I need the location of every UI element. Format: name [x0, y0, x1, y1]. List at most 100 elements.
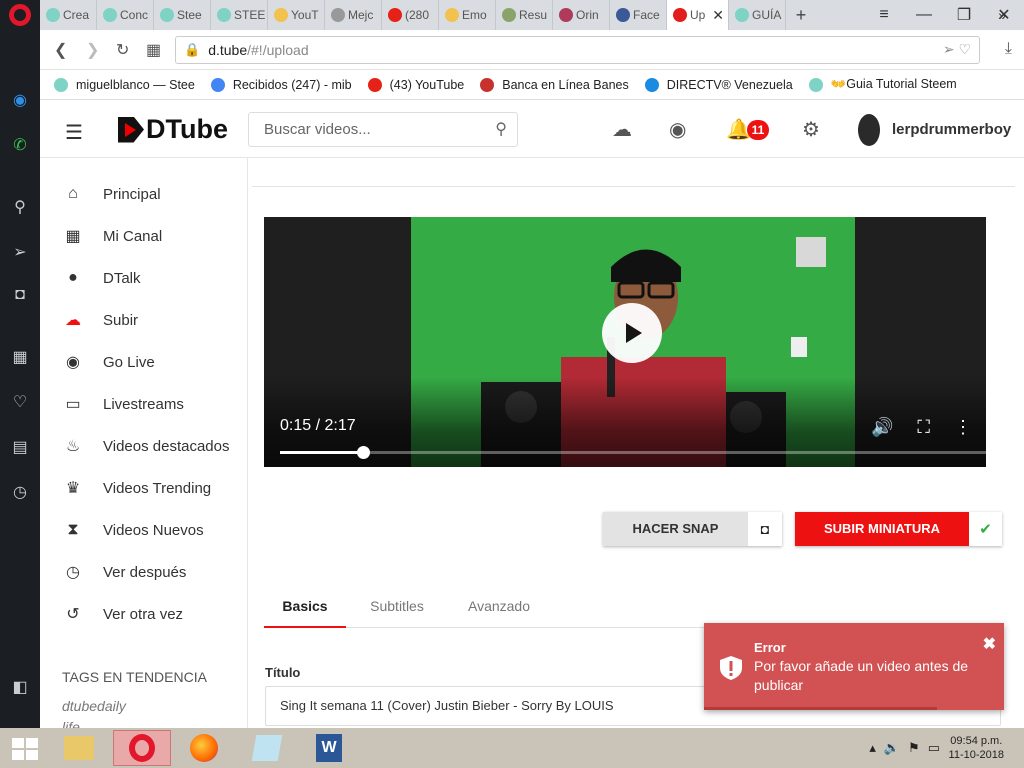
sidebar-item-ver-otra-vez[interactable]: ↺ Ver otra vez: [62, 593, 242, 635]
home-icon: ⌂: [68, 185, 78, 202]
forward-icon[interactable]: ❯: [86, 40, 99, 60]
video-player[interactable]: 0:15 / 2:17 🔊 ⛶ ⋮: [264, 217, 986, 467]
file-explorer-icon[interactable]: [50, 730, 108, 766]
sidebar-item-videos-destacados[interactable]: ♨ Videos destacados: [62, 425, 242, 467]
browser-tab[interactable]: YouT: [268, 0, 325, 30]
whatsapp-icon[interactable]: ✆: [0, 130, 40, 160]
username[interactable]: lerpdrummerboy: [892, 121, 1011, 138]
firefox-icon[interactable]: [175, 730, 233, 766]
browser-tab[interactable]: Up ✕: [667, 0, 729, 30]
opera-taskbar-icon[interactable]: [113, 730, 171, 766]
browser-tab[interactable]: Stee: [154, 0, 211, 30]
avatar[interactable]: [858, 114, 880, 146]
browser-tab[interactable]: Crea: [40, 0, 97, 30]
tab-subtitles[interactable]: Subtitles: [357, 588, 437, 628]
news-icon[interactable]: ▤: [0, 432, 40, 462]
search-icon[interactable]: ⚲: [0, 192, 40, 222]
system-tray: ▴ 🔉 ⚑ ▭: [869, 740, 940, 756]
word-icon[interactable]: W: [300, 730, 358, 766]
menu-icon[interactable]: ☰: [65, 120, 83, 145]
close-tab-icon[interactable]: ✕: [712, 7, 724, 24]
tab-favicon-icon: [331, 8, 345, 22]
bookmark-item[interactable]: DIRECTV® Venezuela: [644, 77, 793, 92]
browser-tab[interactable]: Mejc: [325, 0, 382, 30]
browser-tab[interactable]: Orin: [553, 0, 610, 30]
bookmarks-more-icon[interactable]: »: [998, 7, 1006, 23]
download-icon[interactable]: ⤓: [1005, 40, 1012, 58]
bookmark-item[interactable]: 👐Guia Tutorial Steem: [808, 77, 957, 92]
browser-tab[interactable]: Face: [610, 0, 667, 30]
upload-cloud-icon[interactable]: ☁: [612, 117, 632, 142]
fullscreen-icon[interactable]: ⛶: [917, 417, 930, 438]
dtube-logo[interactable]: DTube: [118, 114, 228, 145]
messenger-icon[interactable]: ◉: [0, 85, 40, 115]
windows-start-icon[interactable]: [12, 738, 38, 760]
bookmark-item[interactable]: miguelblanco — Stee: [54, 77, 195, 92]
send-icon[interactable]: ➢: [0, 237, 40, 267]
search-icon[interactable]: ⚲: [495, 113, 507, 146]
bookmark-heart-icon[interactable]: ➢ ♡: [943, 41, 971, 58]
sidebar-item-videos-nuevos[interactable]: ⧗ Videos Nuevos: [62, 509, 242, 551]
url-input[interactable]: 🔒 d.tube/#!/upload ➢ ♡: [175, 36, 980, 64]
clock-time: 09:54 p.m.: [950, 735, 1003, 747]
browser-tab[interactable]: Resu: [496, 0, 553, 30]
podcast-icon[interactable]: ◉: [669, 117, 686, 142]
seek-progress: [280, 451, 363, 454]
tab-avanzado[interactable]: Avanzado: [456, 588, 542, 628]
opera-logo-icon[interactable]: [9, 4, 31, 26]
volume-icon[interactable]: 🔊: [871, 417, 893, 438]
play-icon[interactable]: [602, 303, 662, 363]
sidebar-item-go-live[interactable]: ◉ Go Live: [62, 341, 242, 383]
bookmark-item[interactable]: (43) YouTube: [367, 77, 464, 92]
sidebar-item-principal[interactable]: ⌂ Principal: [62, 173, 242, 215]
tab-favicon-icon: [217, 8, 231, 22]
sidebar-item-label: Videos Nuevos: [103, 521, 204, 539]
sidebar-item-label: Mi Canal: [103, 227, 163, 245]
windows-taskbar: W ▴ 🔉 ⚑ ▭ 09:54 p.m. 11-10-2018: [0, 728, 1024, 768]
tray-expand-icon[interactable]: ▴: [869, 740, 876, 756]
history-clock-icon[interactable]: ◷: [0, 477, 40, 507]
speed-dial-icon[interactable]: ▦: [0, 342, 40, 372]
sidebar-item-subir[interactable]: ☁ Subir: [62, 299, 242, 341]
upload-thumbnail-button[interactable]: SUBIR MINIATURA ✔: [795, 512, 1002, 546]
sidebar-item-mi-canal[interactable]: ▦ Mi Canal: [62, 215, 242, 257]
tab-favicon-icon: [673, 8, 687, 22]
bookmark-item[interactable]: Recibidos (247) - mib: [210, 77, 352, 92]
browser-tab[interactable]: Emo: [439, 0, 496, 30]
back-icon[interactable]: ❮: [54, 40, 67, 60]
browser-tab[interactable]: GUÍA: [729, 0, 786, 30]
sidebar-item-livestreams[interactable]: ▭ Livestreams: [62, 383, 242, 425]
snap-button[interactable]: HACER SNAP ◘: [603, 512, 782, 546]
browser-tab[interactable]: STEE: [211, 0, 268, 30]
volume-tray-icon[interactable]: 🔉: [884, 740, 900, 756]
bookmark-item[interactable]: Banca en Línea Banes: [480, 77, 629, 92]
new-tab-icon[interactable]: +: [786, 5, 816, 26]
tag-item[interactable]: dtubedaily: [62, 698, 126, 714]
tabs-grid-icon[interactable]: ▦: [146, 40, 161, 60]
seek-bar[interactable]: [280, 446, 986, 459]
more-options-icon[interactable]: ⋮: [954, 417, 972, 438]
flag-icon[interactable]: ⚑: [908, 740, 920, 756]
clock[interactable]: 09:54 p.m. 11-10-2018: [949, 734, 1004, 762]
seek-handle[interactable]: [356, 446, 370, 459]
sidebar-item-dtalk[interactable]: ● DTalk: [62, 257, 242, 299]
network-icon[interactable]: ▭: [928, 740, 940, 756]
reload-icon[interactable]: ↻: [116, 40, 129, 60]
bookmark-favicon-icon: [808, 77, 823, 92]
tab-basics[interactable]: Basics: [264, 588, 346, 628]
browser-tab[interactable]: (280: [382, 0, 439, 30]
search-input[interactable]: Buscar videos... ⚲: [248, 112, 518, 147]
close-toast-icon[interactable]: ✖: [983, 634, 996, 654]
notepad-icon[interactable]: [238, 730, 296, 766]
sidebar-toggle-icon[interactable]: ◧: [0, 672, 40, 702]
minimize-icon[interactable]: —: [904, 0, 944, 30]
restore-icon[interactable]: ❐: [944, 0, 984, 30]
camera-icon[interactable]: ◘: [0, 280, 40, 310]
toast-timer-bar: [704, 707, 937, 710]
sidebar-item-ver-despu-s[interactable]: ◷ Ver después: [62, 551, 242, 593]
heart-icon[interactable]: ♡: [0, 387, 40, 417]
sidebar-item-videos-trending[interactable]: ♛ Videos Trending: [62, 467, 242, 509]
browser-tab[interactable]: Conc: [97, 0, 154, 30]
tab-menu-icon[interactable]: ≡: [864, 0, 904, 30]
settings-gear-icon[interactable]: ⚙: [802, 117, 820, 142]
